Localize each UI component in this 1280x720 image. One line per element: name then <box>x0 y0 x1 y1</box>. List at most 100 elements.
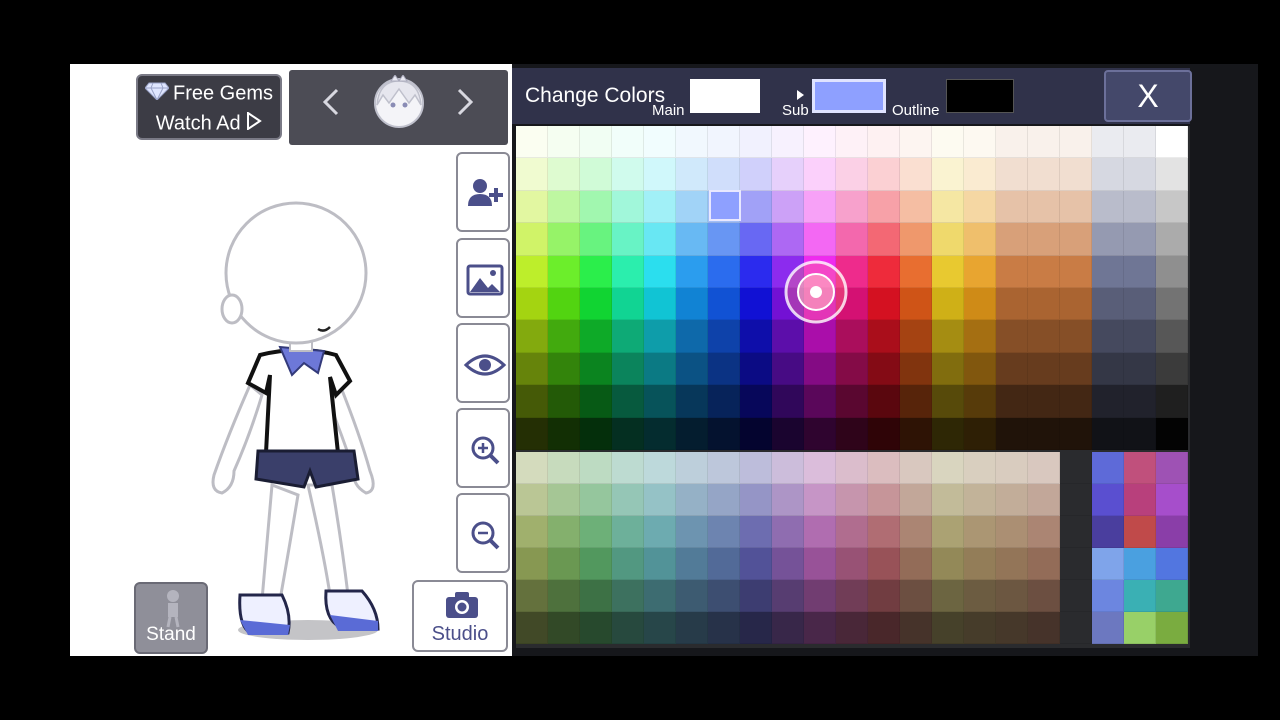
color-cell[interactable] <box>548 158 580 191</box>
color-cell[interactable] <box>1060 255 1092 288</box>
color-cell[interactable] <box>836 126 868 159</box>
color-cell[interactable] <box>868 548 900 580</box>
color-cell[interactable] <box>1092 158 1124 191</box>
color-cell[interactable] <box>740 126 772 159</box>
color-cell[interactable] <box>900 484 932 516</box>
color-cell[interactable] <box>1060 548 1092 580</box>
color-cell[interactable] <box>900 612 932 644</box>
color-cell[interactable] <box>1092 287 1124 321</box>
color-cell[interactable] <box>580 452 612 484</box>
color-cell[interactable] <box>740 255 772 288</box>
color-cell[interactable] <box>868 320 900 353</box>
color-cell[interactable] <box>996 484 1028 516</box>
color-cell[interactable] <box>740 516 772 548</box>
color-cell[interactable] <box>516 190 548 224</box>
color-cell[interactable] <box>1028 352 1060 386</box>
color-cell[interactable] <box>740 352 772 386</box>
add-character-button[interactable] <box>456 152 510 232</box>
color-cell[interactable] <box>548 548 580 580</box>
color-cell[interactable] <box>804 417 836 450</box>
color-cell[interactable] <box>836 452 868 484</box>
color-cell[interactable] <box>1092 516 1124 548</box>
color-cell[interactable] <box>1156 580 1188 612</box>
color-cell[interactable] <box>836 417 868 450</box>
color-cell[interactable] <box>580 612 612 644</box>
character-figure[interactable] <box>200 195 400 645</box>
color-cell[interactable] <box>740 612 772 644</box>
color-cell[interactable] <box>932 255 964 288</box>
color-cell[interactable] <box>964 352 996 386</box>
color-cell[interactable] <box>996 255 1028 288</box>
color-cell[interactable] <box>1156 548 1188 580</box>
color-cell[interactable] <box>932 126 964 159</box>
color-cell[interactable] <box>1060 580 1092 612</box>
color-cell[interactable] <box>1028 452 1060 484</box>
color-cell[interactable] <box>932 580 964 612</box>
color-cell[interactable] <box>1156 320 1188 353</box>
color-cell[interactable] <box>996 516 1028 548</box>
color-cell[interactable] <box>1092 580 1124 612</box>
color-cell[interactable] <box>1092 190 1124 224</box>
color-cell[interactable] <box>644 484 676 516</box>
color-cell[interactable] <box>1092 255 1124 288</box>
color-cell[interactable] <box>772 352 804 386</box>
color-cell[interactable] <box>676 612 708 644</box>
color-cell[interactable] <box>1124 352 1156 386</box>
color-cell[interactable] <box>708 385 740 418</box>
color-cell[interactable] <box>580 255 612 288</box>
color-cell[interactable] <box>1156 287 1188 321</box>
color-cell[interactable] <box>868 255 900 288</box>
color-cell[interactable] <box>868 352 900 386</box>
color-cell[interactable] <box>676 255 708 288</box>
color-cell[interactable] <box>1028 580 1060 612</box>
color-cell[interactable] <box>1028 417 1060 450</box>
color-cell[interactable] <box>1156 126 1188 159</box>
color-cell[interactable] <box>516 158 548 191</box>
color-cell[interactable] <box>644 126 676 159</box>
color-cell[interactable] <box>772 385 804 418</box>
color-cell[interactable] <box>772 452 804 484</box>
color-cell[interactable] <box>964 255 996 288</box>
color-cell[interactable] <box>612 385 644 418</box>
color-cell[interactable] <box>964 158 996 191</box>
color-cell[interactable] <box>644 352 676 386</box>
color-cell[interactable] <box>612 580 644 612</box>
color-cell[interactable] <box>644 385 676 418</box>
color-cell[interactable] <box>932 287 964 321</box>
color-cell[interactable] <box>580 516 612 548</box>
color-cell[interactable] <box>644 452 676 484</box>
color-cell[interactable] <box>612 548 644 580</box>
color-cell[interactable] <box>1156 484 1188 516</box>
color-cell[interactable] <box>900 255 932 288</box>
color-cell[interactable] <box>900 190 932 224</box>
color-cell[interactable] <box>836 548 868 580</box>
color-cell[interactable] <box>900 580 932 612</box>
color-cell[interactable] <box>932 484 964 516</box>
color-cell[interactable] <box>1156 223 1188 256</box>
color-cell[interactable] <box>516 516 548 548</box>
color-cell[interactable] <box>964 287 996 321</box>
color-cell[interactable] <box>1092 612 1124 644</box>
color-cell[interactable] <box>1092 126 1124 159</box>
color-cell[interactable] <box>964 126 996 159</box>
color-cell[interactable] <box>1092 385 1124 418</box>
color-cell[interactable] <box>644 190 676 224</box>
color-cell[interactable] <box>996 190 1028 224</box>
color-cell[interactable] <box>1028 223 1060 256</box>
color-cell[interactable] <box>1060 484 1092 516</box>
color-cell[interactable] <box>612 452 644 484</box>
color-cell[interactable] <box>772 580 804 612</box>
color-cell[interactable] <box>804 612 836 644</box>
color-cell[interactable] <box>964 320 996 353</box>
color-cell[interactable] <box>1060 612 1092 644</box>
color-cell[interactable] <box>1124 484 1156 516</box>
hide-ui-button[interactable] <box>456 323 510 403</box>
color-cell[interactable] <box>708 287 740 321</box>
zoom-out-button[interactable] <box>456 493 510 573</box>
color-cell[interactable] <box>548 385 580 418</box>
color-cell[interactable] <box>548 255 580 288</box>
color-cell[interactable] <box>1124 255 1156 288</box>
color-cell[interactable] <box>708 320 740 353</box>
color-cell[interactable] <box>868 516 900 548</box>
color-cell[interactable] <box>580 484 612 516</box>
